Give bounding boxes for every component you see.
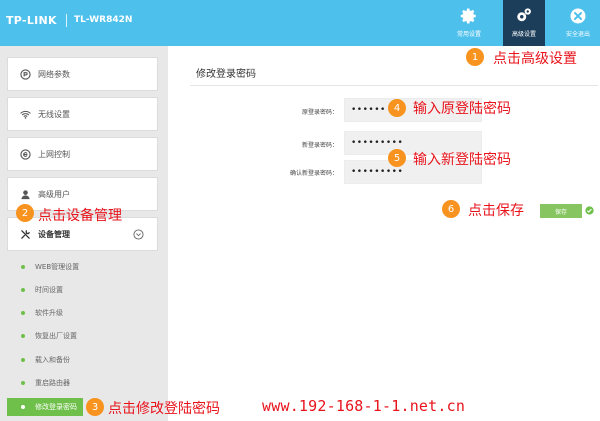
subitem-label: 恢复出厂设置 — [35, 332, 77, 340]
sidebar: 网络参数 无线设置 上网控制 高级用户 设备管理 WEB管理设置 时间设置 软件… — [0, 46, 168, 421]
bullet-icon — [21, 358, 25, 362]
sidebar-item-label: 网络参数 — [38, 69, 70, 79]
sidebar-subitem-factory-reset[interactable]: 恢复出厂设置 — [7, 327, 158, 345]
bullet-icon — [21, 381, 25, 385]
sidebar-subitem-web-management[interactable]: WEB管理设置 — [7, 258, 158, 276]
advanced-settings-label: 高级设置 — [511, 31, 536, 38]
sidebar-item-internet-control[interactable]: 上网控制 — [7, 137, 158, 171]
subitem-label: 重启路由器 — [35, 379, 70, 387]
user-icon — [21, 189, 30, 199]
logout-button[interactable]: 安全退出 — [557, 0, 599, 46]
save-button[interactable]: 保存 — [540, 204, 582, 218]
new-password-label: 新登录密码： — [301, 142, 338, 149]
bullet-icon — [21, 265, 25, 269]
logout-label: 安全退出 — [565, 31, 590, 38]
page-title: 修改登录密码 — [196, 69, 256, 80]
model-name: TL-WR842N — [74, 15, 133, 25]
confirm-password-label: 确认新登录密码： — [289, 170, 338, 177]
bullet-icon — [21, 311, 25, 315]
annotation-step-5-badge: 5 — [388, 149, 406, 167]
annotation-step-2-text: 点击设备管理 — [38, 208, 122, 224]
gear-icon — [460, 8, 476, 24]
annotation-step-3-text: 点击修改登陆密码 — [108, 401, 220, 417]
common-settings-button[interactable]: 常用设置 — [448, 0, 490, 46]
bullet-icon — [21, 334, 25, 338]
annotation-step-4-badge: 4 — [388, 99, 406, 117]
annotation-step-6-text: 点击保存 — [468, 203, 524, 219]
subitem-label: 载入和备份 — [35, 356, 70, 364]
annotation-step-4-text: 输入原登陆密码 — [413, 101, 511, 117]
sidebar-subitem-change-password[interactable]: 修改登录密码 — [7, 398, 83, 416]
sidebar-subitem-reboot-router[interactable]: 重启路由器 — [7, 374, 158, 392]
sidebar-item-label: 上网控制 — [38, 149, 70, 159]
annotation-step-5-text: 输入新登陆密码 — [413, 152, 511, 168]
sidebar-item-label: 设备管理 — [38, 229, 70, 239]
annotation-step-2-badge: 2 — [16, 204, 34, 222]
subitem-label: 时间设置 — [35, 286, 63, 294]
watermark-url: www.192-168-1-1.net.cn — [262, 397, 466, 415]
check-circle-icon — [585, 206, 594, 215]
subitem-label: WEB管理设置 — [35, 263, 80, 271]
sidebar-item-wireless[interactable]: 无线设置 — [7, 97, 158, 131]
network-icon — [20, 68, 31, 80]
subitem-label: 软件升级 — [35, 309, 63, 317]
sidebar-item-label: 高级用户 — [38, 189, 70, 199]
old-password-label: 原登录密码： — [301, 109, 338, 116]
title-divider — [190, 85, 598, 86]
bullet-icon — [21, 288, 25, 292]
annotation-step-6-badge: 6 — [442, 200, 460, 218]
advanced-settings-button[interactable]: 高级设置 — [503, 0, 545, 46]
wifi-icon — [20, 110, 31, 119]
annotation-step-3-badge: 3 — [86, 398, 104, 416]
subitem-label: 修改登录密码 — [35, 403, 77, 411]
sidebar-subitem-time-settings[interactable]: 时间设置 — [7, 281, 158, 299]
top-header: TP-LINK TL-WR842N 常用设置 高级设置 安全退出 — [0, 0, 600, 46]
sidebar-subitem-backup-restore[interactable]: 载入和备份 — [7, 351, 158, 369]
gears-icon — [517, 8, 531, 22]
internet-control-icon — [20, 148, 31, 160]
brand-logo: TP-LINK — [6, 14, 57, 27]
close-circle-icon — [570, 8, 586, 24]
tools-icon — [21, 229, 30, 239]
common-settings-label: 常用设置 — [456, 31, 481, 38]
sidebar-item-label: 无线设置 — [38, 109, 70, 119]
annotation-step-1-text: 点击高级设置 — [493, 51, 577, 67]
chevron-down-icon — [133, 229, 144, 240]
sidebar-subitem-firmware-upgrade[interactable]: 软件升级 — [7, 304, 158, 322]
bullet-icon — [21, 405, 25, 409]
sidebar-item-network[interactable]: 网络参数 — [7, 57, 158, 91]
brand-separator — [66, 14, 67, 27]
annotation-step-1-badge: 1 — [466, 48, 484, 66]
